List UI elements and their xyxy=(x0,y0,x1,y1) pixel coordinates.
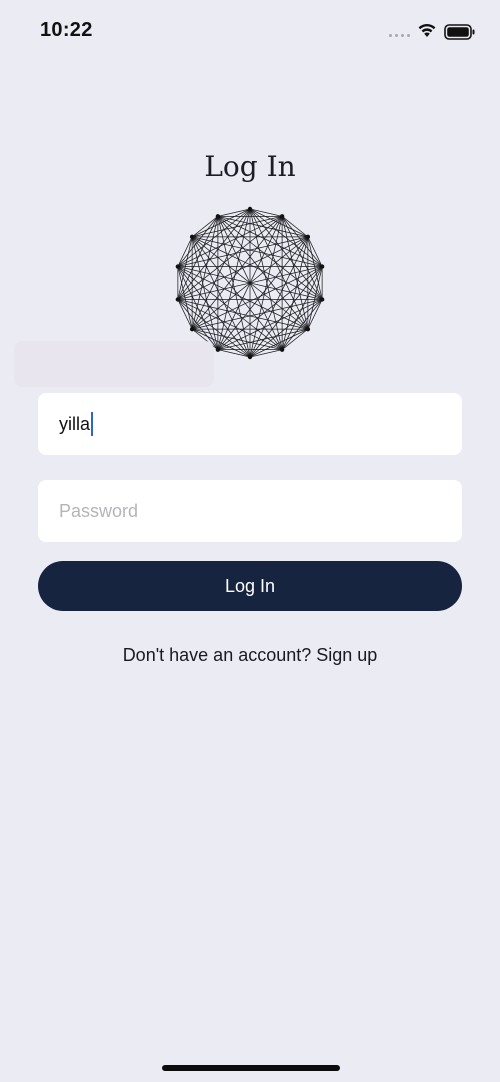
login-button[interactable]: Log In xyxy=(38,561,462,611)
signup-link[interactable]: Don't have an account? Sign up xyxy=(0,645,500,666)
status-bar: 10:22 xyxy=(0,0,500,64)
username-value: yilla xyxy=(59,413,91,434)
page-title: Log In xyxy=(204,150,296,183)
battery-icon xyxy=(444,24,475,40)
login-button-label: Log In xyxy=(224,575,276,596)
autofill-suggestion-overlay xyxy=(14,341,214,387)
username-input[interactable]: yilla xyxy=(38,393,462,455)
signal-dots-icon xyxy=(389,34,410,37)
password-placeholder: Password xyxy=(59,500,139,521)
wifi-icon xyxy=(418,23,436,37)
polygon-mesh-logo xyxy=(175,206,325,360)
password-input[interactable]: Password xyxy=(38,480,462,542)
text-caret xyxy=(91,412,94,436)
home-indicator xyxy=(162,1065,340,1071)
status-time: 10:22 xyxy=(40,19,93,41)
